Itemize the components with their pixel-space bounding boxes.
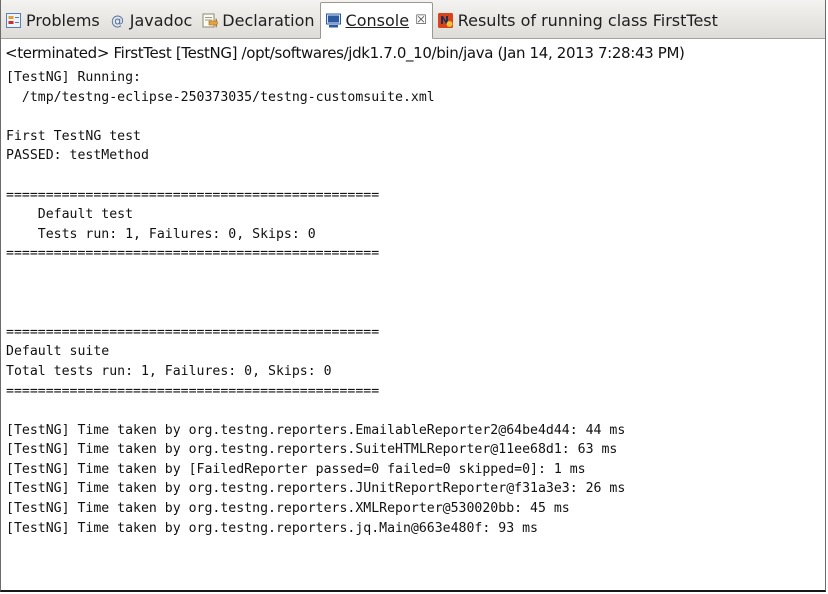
console-line: First TestNG test: [6, 128, 141, 144]
console-output[interactable]: [TestNG] Running: /tmp/testng-eclipse-25…: [6, 68, 625, 538]
console-line: [TestNG] Time taken by org.testng.report…: [6, 422, 626, 438]
close-icon[interactable]: ☒: [415, 13, 427, 28]
console-line: [TestNG] Time taken by org.testng.report…: [6, 481, 626, 497]
console-line: ========================================…: [6, 187, 380, 203]
console-icon: [325, 12, 342, 29]
launch-status-line: <terminated> FirstTest [TestNG] /opt/sof…: [5, 44, 685, 62]
console-line: [TestNG] Time taken by org.testng.report…: [6, 442, 618, 458]
tab-javadoc-label: Javadoc: [129, 10, 193, 30]
tab-problems-label: Problems: [26, 10, 100, 30]
console-line: ========================================…: [6, 383, 380, 399]
tab-problems[interactable]: Problems: [1, 2, 105, 38]
console-view: Problems @ Javadoc Declaration Console ☒…: [0, 0, 826, 592]
tab-declaration[interactable]: Declaration: [197, 2, 319, 38]
testng-icon: [437, 12, 454, 29]
console-line: [TestNG] Running:: [6, 70, 141, 85]
view-tab-bar: Problems @ Javadoc Declaration Console ☒…: [1, 0, 825, 39]
tab-testng-results-label: Results of running class FirstTest: [457, 10, 718, 30]
console-line: Total tests run: 1, Failures: 0, Skips: …: [6, 363, 332, 379]
console-line: [TestNG] Time taken by org.testng.report…: [6, 520, 538, 536]
console-line: ========================================…: [6, 324, 380, 340]
tab-console[interactable]: Console ☒: [319, 2, 433, 39]
console-line: Default test: [6, 207, 134, 223]
console-line: Tests run: 1, Failures: 0, Skips: 0: [6, 226, 316, 242]
svg-text:@: @: [111, 14, 124, 29]
console-line: [TestNG] Time taken by org.testng.report…: [6, 501, 570, 517]
javadoc-at-icon: @: [109, 12, 126, 29]
problems-icon: [5, 12, 22, 29]
console-line: ========================================…: [6, 246, 380, 262]
declaration-icon: [201, 12, 219, 29]
tab-console-label: Console: [345, 11, 410, 30]
console-line: /tmp/testng-eclipse-250373035/testng-cus…: [6, 89, 435, 105]
tab-javadoc[interactable]: @ Javadoc: [105, 2, 198, 38]
console-line: PASSED: testMethod: [6, 148, 149, 164]
tab-declaration-label: Declaration: [222, 10, 315, 30]
tab-testng-results[interactable]: Results of running class FirstTest: [433, 2, 723, 38]
console-line: [TestNG] Time taken by [FailedReporter p…: [6, 461, 586, 477]
console-line: Default suite: [6, 344, 110, 360]
